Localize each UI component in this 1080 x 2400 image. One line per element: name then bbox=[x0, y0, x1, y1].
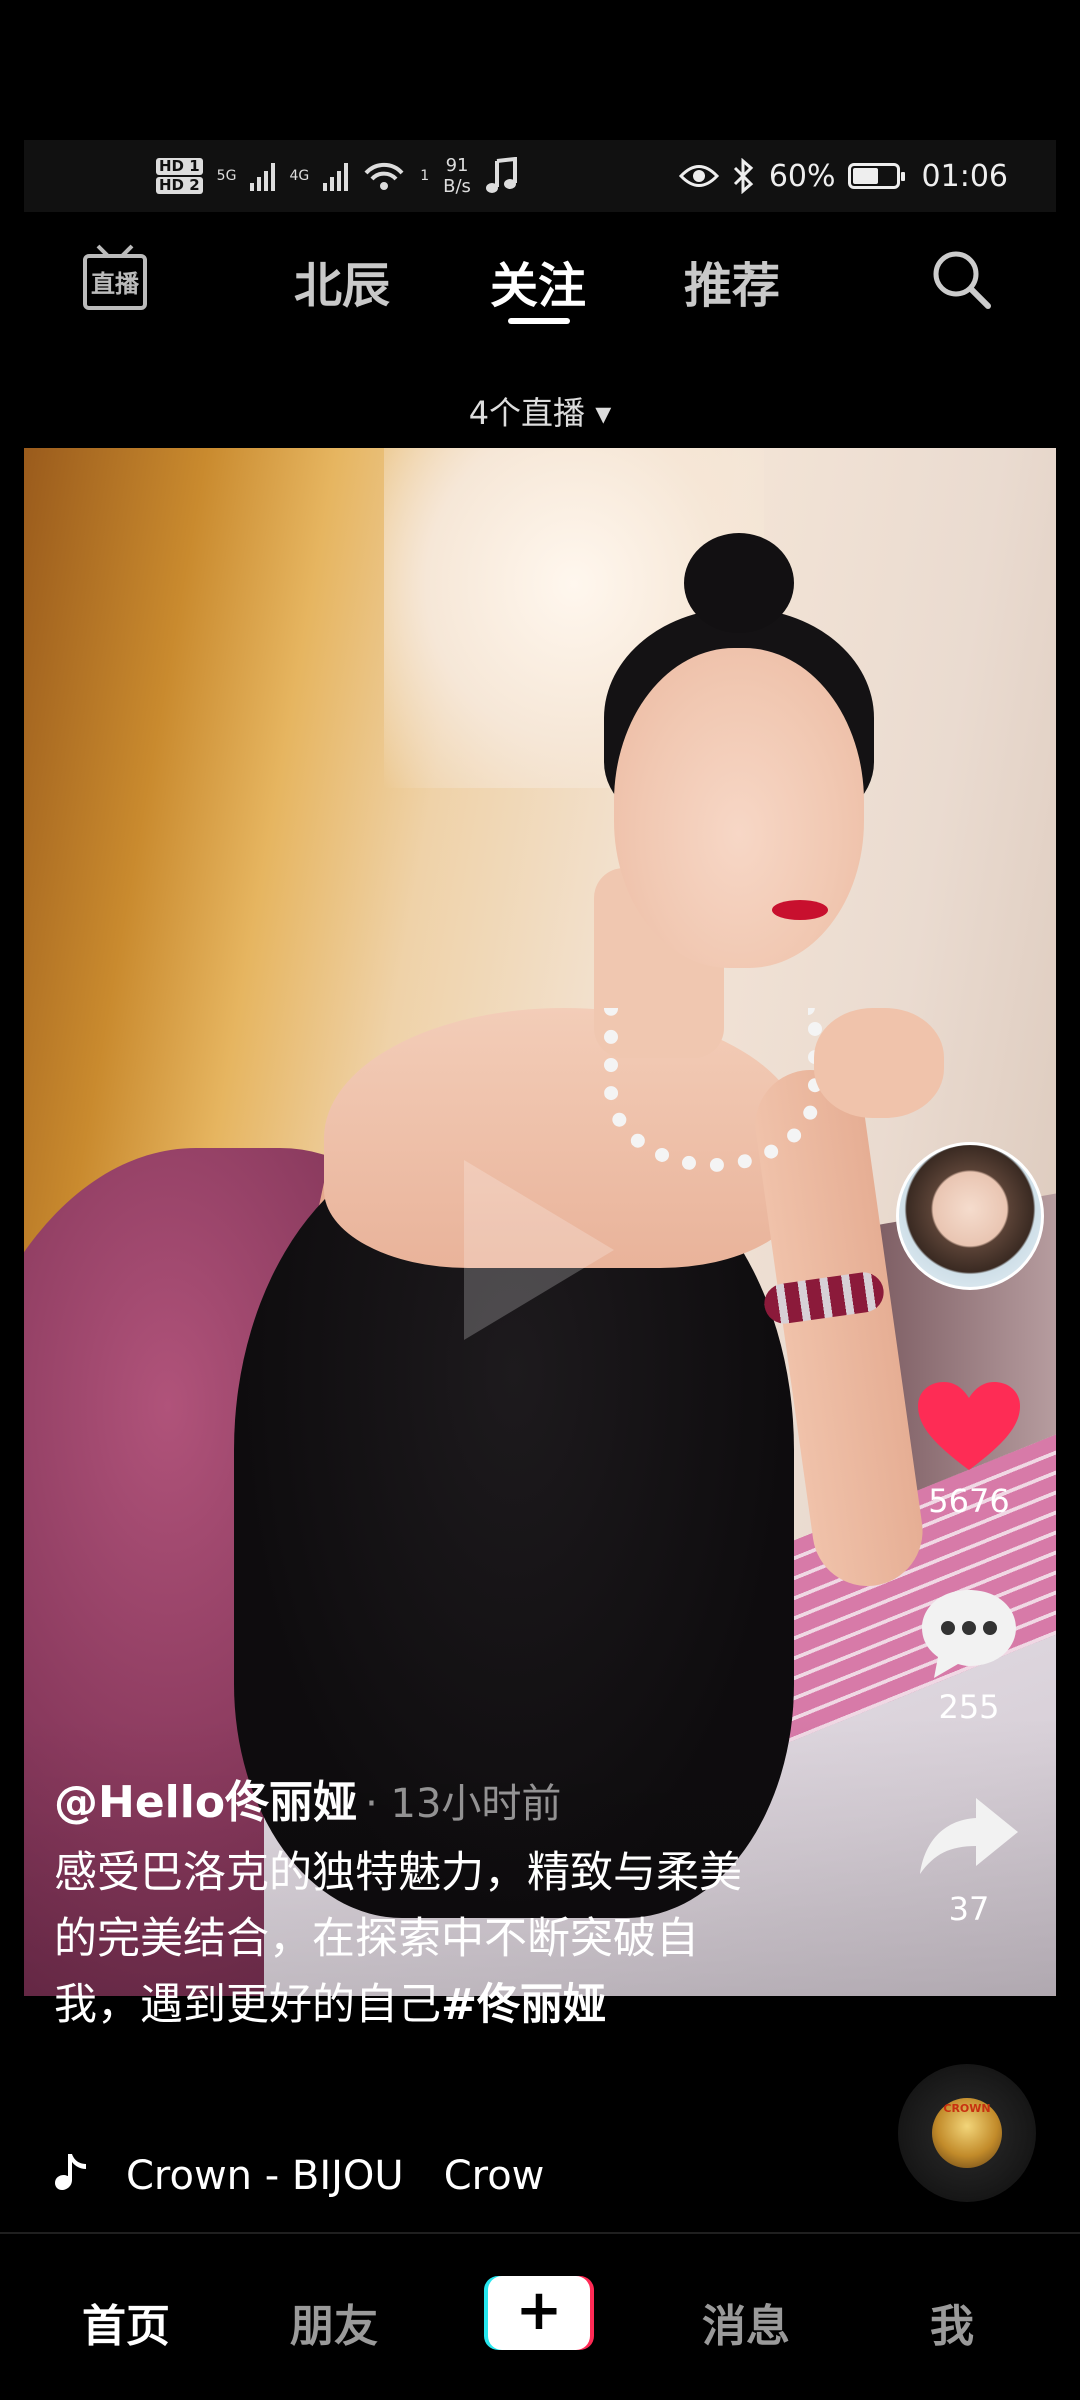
wifi-icon bbox=[364, 162, 404, 190]
create-button[interactable]: + bbox=[484, 2276, 594, 2350]
live-count-dropdown[interactable]: 4个直播 ▾ bbox=[0, 388, 1080, 434]
comment-count: 255 bbox=[938, 1688, 1000, 1726]
battery-fill bbox=[852, 168, 878, 184]
active-tab-indicator bbox=[508, 318, 570, 324]
live-tv-icon[interactable]: 直播 bbox=[82, 244, 148, 314]
album-label: CROWN bbox=[943, 2102, 991, 2115]
comment-button[interactable]: 255 bbox=[904, 1584, 1034, 1726]
album-cover: CROWN bbox=[932, 2098, 1002, 2168]
bottom-divider bbox=[0, 2232, 1080, 2234]
net-speed-unit: B/s bbox=[443, 176, 471, 197]
like-count: 5676 bbox=[928, 1482, 1010, 1520]
signal-icon bbox=[250, 161, 276, 191]
hd1-badge: HD 1 bbox=[156, 158, 203, 175]
hair-bun bbox=[684, 533, 794, 633]
tab-following[interactable]: 关注 bbox=[490, 246, 586, 316]
comment-icon bbox=[922, 1590, 1016, 1678]
heart-icon bbox=[918, 1382, 1020, 1470]
nav-me[interactable]: 我 bbox=[930, 2290, 974, 2354]
hd-indicator: HD 1 HD 2 bbox=[156, 156, 203, 196]
top-nav: 直播 北辰 关注 推荐 bbox=[0, 230, 1080, 330]
music-info[interactable]: Crown - BIJOU Crow bbox=[54, 2142, 646, 2202]
hashtag-link[interactable]: #佟丽娅 bbox=[441, 1980, 606, 2030]
status-bar-left: HD 1 HD 2 5G 4G 1 91 B/s bbox=[156, 140, 519, 212]
video-description[interactable]: 感受巴洛克的独特魅力，精致与柔美的完美结合，在探索中不断突破自我，遇到更好的自己… bbox=[54, 1840, 784, 2038]
nav-friends[interactable]: 朋友 bbox=[290, 2290, 378, 2354]
post-time: · 13小时前 bbox=[365, 1781, 562, 1827]
music-note-icon bbox=[485, 157, 517, 193]
hd2-badge: HD 2 bbox=[156, 177, 203, 194]
music-title: Crown - BIJOU Crow bbox=[126, 2153, 545, 2199]
red-lips bbox=[772, 900, 828, 920]
network-4g-label: 4G bbox=[289, 167, 310, 184]
author-handle[interactable]: @Hello佟丽娅 bbox=[54, 1777, 357, 1828]
battery-icon bbox=[847, 163, 905, 189]
net-speed: 91 B/s bbox=[443, 155, 471, 197]
description-text: 感受巴洛克的独特魅力，精致与柔美的完美结合，在探索中不断突破自我，遇到更好的自己 bbox=[54, 1848, 742, 2030]
music-disc[interactable]: CROWN bbox=[898, 2064, 1036, 2202]
like-button[interactable]: 5676 bbox=[904, 1378, 1034, 1520]
woman-hand bbox=[814, 1008, 944, 1118]
network-5g-label: 5G bbox=[216, 167, 237, 184]
diamond-necklace bbox=[604, 1008, 822, 1172]
author-name[interactable]: @Hello佟丽娅 · 13小时前 bbox=[54, 1766, 561, 1830]
tab-beichen[interactable]: 北辰 bbox=[294, 246, 390, 316]
woman-face bbox=[614, 648, 864, 968]
status-bar-right: 60% 01:06 bbox=[678, 140, 1008, 212]
plus-icon: + bbox=[515, 2278, 563, 2343]
share-arrow-icon bbox=[920, 1798, 1018, 1874]
live-icon-label: 直播 bbox=[91, 270, 140, 298]
net-speed-value: 91 bbox=[445, 155, 469, 176]
clock: 01:06 bbox=[921, 158, 1008, 194]
search-icon[interactable] bbox=[928, 246, 994, 312]
author-avatar[interactable] bbox=[896, 1142, 1044, 1290]
nav-home[interactable]: 首页 bbox=[82, 2290, 170, 2354]
wifi-sub-label: 1 bbox=[420, 167, 430, 184]
play-icon[interactable] bbox=[464, 1160, 614, 1340]
signal-icon-2 bbox=[323, 161, 349, 191]
bluetooth-icon bbox=[733, 158, 754, 194]
share-button[interactable]: 37 bbox=[904, 1786, 1034, 1928]
eye-icon bbox=[678, 165, 719, 187]
tab-recommend[interactable]: 推荐 bbox=[684, 246, 780, 316]
share-count: 37 bbox=[948, 1890, 990, 1928]
nav-messages[interactable]: 消息 bbox=[702, 2290, 790, 2354]
battery-percent: 60% bbox=[768, 158, 836, 194]
status-bar: HD 1 HD 2 5G 4G 1 91 B/s 60% 01:06 bbox=[24, 140, 1056, 212]
tiktok-note-icon bbox=[55, 2154, 86, 2190]
